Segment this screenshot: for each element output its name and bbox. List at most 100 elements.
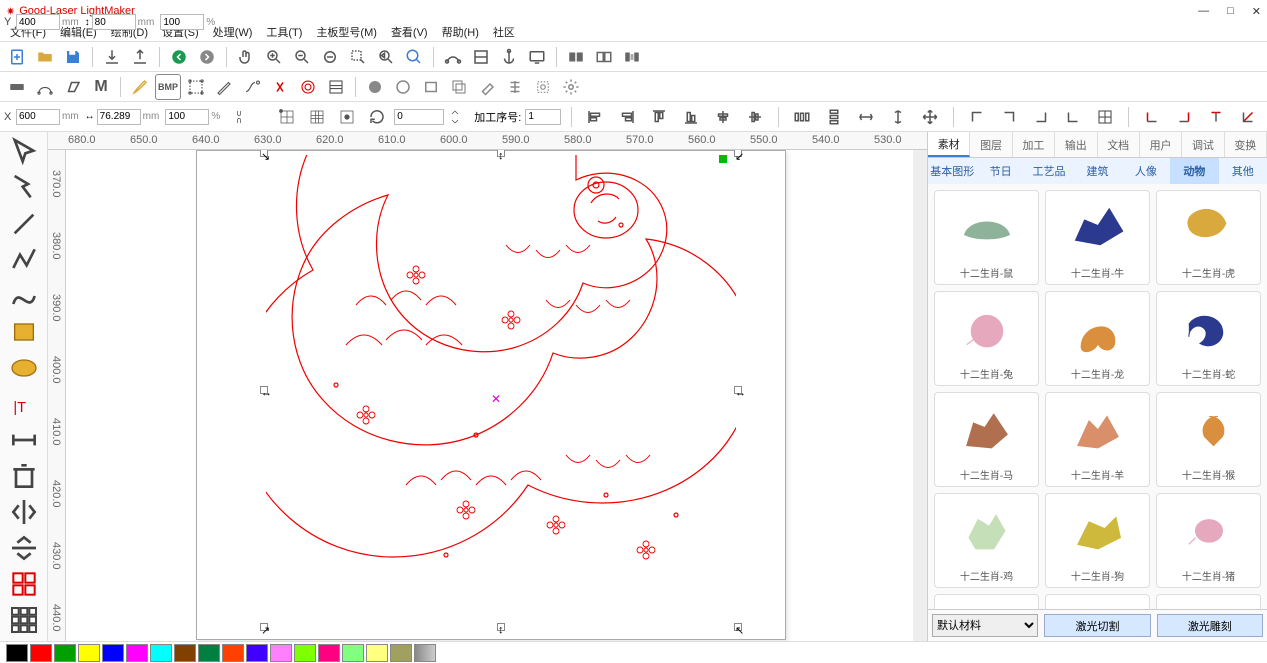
mirror-h-tool[interactable] (8, 498, 40, 526)
mirror-v-tool[interactable] (8, 534, 40, 562)
bezier-button[interactable] (32, 74, 58, 100)
align-bottom-button[interactable] (678, 104, 704, 130)
curve-button[interactable] (239, 74, 265, 100)
settings-button[interactable] (558, 74, 584, 100)
grid-corner-button[interactable] (1092, 104, 1118, 130)
move-all-button[interactable] (917, 104, 943, 130)
import-button[interactable] (99, 44, 125, 70)
bmp-button[interactable]: BMP (155, 74, 181, 100)
rotation-input[interactable] (394, 109, 444, 125)
select-box-button[interactable] (183, 74, 209, 100)
zoom-selection-button[interactable] (345, 44, 371, 70)
align-top-button[interactable] (646, 104, 672, 130)
color-swatch[interactable] (6, 644, 28, 662)
asset-item[interactable]: 十二生肖-猴 (1156, 392, 1261, 487)
handle-tl[interactable]: ↘ (260, 150, 268, 157)
asset-item[interactable]: 十二生肖-虎 (1156, 190, 1261, 285)
anchor-grid-button[interactable] (274, 104, 300, 130)
panel-tab[interactable]: 输出 (1055, 132, 1097, 157)
path-tool-button[interactable] (440, 44, 466, 70)
scrollbar-vertical[interactable] (913, 150, 927, 641)
ellipse-tool[interactable] (8, 354, 40, 382)
color-swatch[interactable] (390, 644, 412, 662)
open-file-button[interactable] (32, 44, 58, 70)
align-panel-button[interactable] (323, 74, 349, 100)
circle-outline-button[interactable] (390, 74, 416, 100)
grid-button[interactable] (304, 104, 330, 130)
pan-button[interactable] (233, 44, 259, 70)
flip-t-button[interactable] (1203, 104, 1229, 130)
save-file-button[interactable] (60, 44, 86, 70)
laser-cut-button[interactable]: 激光切割 (1044, 614, 1150, 637)
category-tab[interactable]: 其他 (1219, 158, 1267, 184)
asset-item[interactable]: 十二生肖-龙 (1045, 291, 1150, 386)
asset-item[interactable]: 十二生肖-羊 (1045, 392, 1150, 487)
color-swatch[interactable] (318, 644, 340, 662)
anchor-button[interactable] (496, 44, 522, 70)
color-swatch[interactable] (30, 644, 52, 662)
delete-tool[interactable] (8, 462, 40, 490)
menu-item[interactable]: 社区 (487, 22, 521, 42)
pointer-tool[interactable] (8, 138, 40, 166)
menu-item[interactable]: 帮助(H) (436, 22, 485, 42)
panel-tab[interactable]: 变换 (1225, 132, 1267, 157)
panel-tab[interactable]: 调试 (1182, 132, 1224, 157)
text-tool[interactable]: |T (8, 390, 40, 418)
asset-item[interactable]: 十二生肖-蛇 (1156, 291, 1261, 386)
corner-bl-button[interactable] (1060, 104, 1086, 130)
handle-r[interactable]: ↔ (734, 386, 742, 394)
corner-tr-button[interactable] (996, 104, 1022, 130)
target-button[interactable] (530, 74, 556, 100)
color-swatch[interactable] (198, 644, 220, 662)
category-tab[interactable]: 工艺品 (1025, 158, 1073, 184)
lock-ratio-button[interactable] (230, 102, 248, 132)
zoom-fit-button[interactable] (317, 44, 343, 70)
color-swatch[interactable] (294, 644, 316, 662)
canvas[interactable]: ✕ (66, 150, 927, 641)
color-swatch[interactable] (270, 644, 292, 662)
scalex-input[interactable] (165, 109, 209, 125)
flip-bl-button[interactable] (1139, 104, 1165, 130)
rect-outline-button[interactable] (418, 74, 444, 100)
handle-l[interactable]: ↔ (260, 386, 268, 394)
line-tool[interactable] (8, 210, 40, 238)
seq-input[interactable] (525, 109, 561, 125)
rotate-button[interactable] (364, 104, 390, 130)
color-swatch[interactable] (246, 644, 268, 662)
skew-button[interactable] (60, 74, 86, 100)
color-swatch[interactable] (150, 644, 172, 662)
panel-tab[interactable]: 文档 (1098, 132, 1140, 157)
color-swatch[interactable] (54, 644, 76, 662)
panel-tab[interactable]: 加工 (1013, 132, 1055, 157)
pen-button[interactable] (211, 74, 237, 100)
x-input[interactable] (16, 109, 60, 125)
dimension-tool[interactable] (8, 426, 40, 454)
circle-fill-button[interactable] (362, 74, 388, 100)
material-select[interactable]: 默认材料 (932, 614, 1038, 637)
array-rect-tool[interactable] (8, 570, 40, 598)
handle-t[interactable]: ↕ (497, 150, 505, 157)
asset-item[interactable]: 十二生肖-猪 (1156, 493, 1261, 588)
panel-tab[interactable]: 图层 (970, 132, 1012, 157)
new-file-button[interactable] (4, 44, 30, 70)
layers-button[interactable] (446, 74, 472, 100)
center-button[interactable] (334, 104, 360, 130)
category-tab[interactable]: 节日 (976, 158, 1024, 184)
flip-br-button[interactable] (1171, 104, 1197, 130)
color-swatch[interactable] (342, 644, 364, 662)
cut-path-button[interactable] (267, 74, 293, 100)
align-vcenter-button[interactable] (742, 104, 768, 130)
color-swatch[interactable] (366, 644, 388, 662)
curve-tool[interactable] (8, 282, 40, 310)
close-button[interactable]: ✕ (1252, 5, 1261, 18)
panel-tab[interactable]: 用户 (1140, 132, 1182, 157)
text-align-button[interactable] (502, 74, 528, 100)
color-swatch[interactable] (126, 644, 148, 662)
panel-tab[interactable]: 素材 (928, 132, 970, 157)
menu-item[interactable]: 工具(T) (260, 22, 308, 42)
selected-artwork[interactable]: ↘ ↕ ↙ ↔ ↔ ↗ ↕ ↖ (266, 155, 736, 625)
scaley-input[interactable] (160, 14, 204, 30)
y-input[interactable] (16, 14, 60, 30)
handle-tr[interactable]: ↙ (734, 150, 742, 157)
polyline-tool[interactable] (8, 246, 40, 274)
